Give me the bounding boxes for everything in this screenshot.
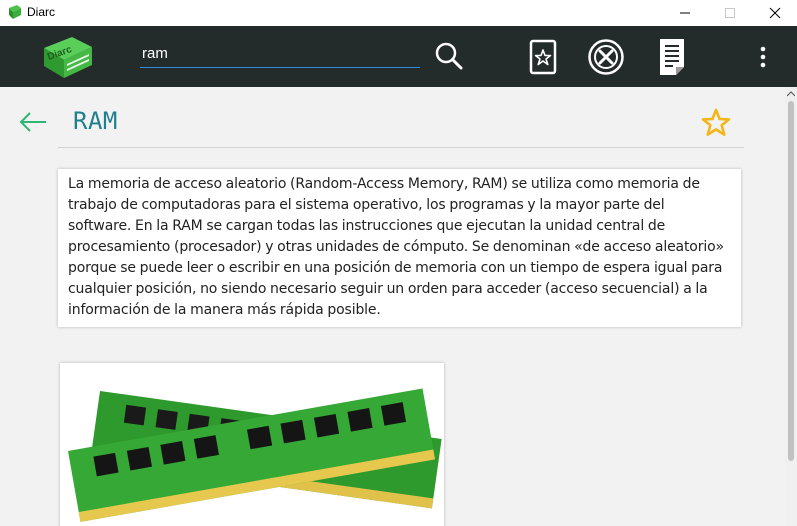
content-area: RAM La memoria de acceso aleatorio (Rand…	[0, 87, 785, 526]
more-menu-button[interactable]	[751, 42, 775, 72]
history-icon	[660, 39, 684, 75]
app-toolbar: Diarc	[0, 26, 797, 87]
minimize-button[interactable]	[662, 0, 707, 26]
title-divider	[58, 147, 744, 148]
history-button[interactable]	[654, 37, 690, 77]
clear-button[interactable]	[587, 38, 625, 76]
close-window-button[interactable]	[752, 0, 797, 26]
search-button[interactable]	[432, 39, 466, 73]
chevron-up-icon	[787, 91, 795, 97]
maximize-icon	[724, 8, 735, 18]
search-input[interactable]	[140, 40, 420, 68]
favorites-icon	[529, 39, 557, 75]
scroll-up-button[interactable]	[785, 91, 797, 99]
search-icon	[435, 42, 463, 70]
minimize-icon	[679, 12, 690, 14]
back-arrow-icon[interactable]	[18, 109, 48, 135]
scroll-thumb[interactable]	[788, 101, 794, 461]
app-icon	[9, 5, 21, 19]
entry-title: RAM	[73, 107, 118, 135]
window-titlebar: Diarc	[0, 0, 797, 26]
entry-image	[60, 363, 444, 526]
diarc-logo: Diarc	[44, 37, 92, 78]
definition-text: La memoria de acceso aleatorio (Random-A…	[68, 176, 724, 318]
more-vertical-icon	[760, 46, 766, 68]
close-icon	[769, 7, 780, 19]
close-circle-icon	[588, 39, 624, 75]
maximize-button[interactable]	[707, 0, 752, 26]
window-title: Diarc	[27, 5, 56, 19]
favorites-button[interactable]	[527, 38, 559, 76]
star-icon[interactable]	[700, 107, 732, 139]
ram-modules-image	[60, 363, 444, 526]
definition-card: La memoria de acceso aleatorio (Random-A…	[58, 169, 741, 327]
vertical-scrollbar[interactable]	[785, 87, 797, 526]
